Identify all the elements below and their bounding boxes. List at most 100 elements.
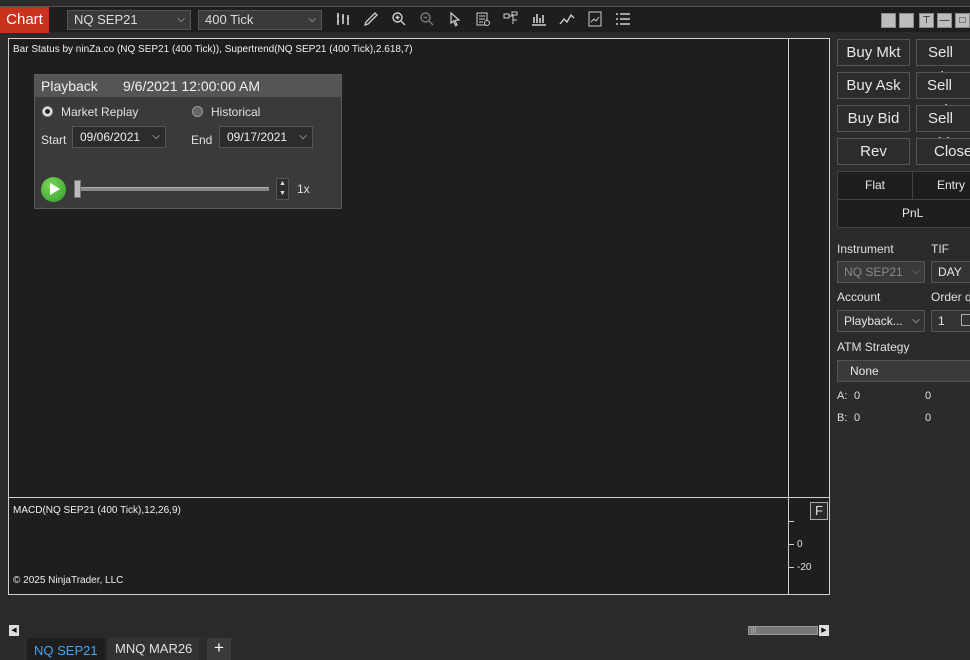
scroll-thumb[interactable]: ||| [748,626,818,635]
tif-label: TIF [931,242,949,256]
pnl-cell[interactable]: PnL [837,199,970,228]
a-value-2: 0 [925,390,932,402]
start-date-picker[interactable]: 09/06/2021 ⌵ [72,126,166,148]
b-value: 0 [854,412,861,424]
axis-tick [789,521,794,522]
playback-speed: 1x [297,182,310,196]
rev-button[interactable]: Rev [837,138,910,165]
zoom-out-icon[interactable] [418,11,436,29]
horizontal-scrollbar[interactable]: ◀ ||| ▶ [8,624,830,637]
chevron-down-icon: ⌵ [152,131,160,142]
data-series-icon[interactable] [558,11,576,29]
slider-handle[interactable] [74,180,81,198]
entry-price-cell: Entry [912,171,970,200]
order-instrument-select: NQ SEP21 ⌵ [837,261,925,283]
play-icon [50,183,60,195]
end-date-value: 09/17/2021 [227,130,288,144]
buy-mkt-button[interactable]: Buy Mkt [837,39,910,66]
sell-mkt-button[interactable]: Sell Mkt [916,39,970,86]
restore-layout-icon[interactable] [899,13,914,28]
chevron-down-icon: ⌵ [177,14,185,25]
zoom-in-icon[interactable] [390,11,408,29]
order-qty-input[interactable]: 1 [931,310,970,332]
maximize-icon[interactable]: □ [955,13,970,28]
playback-panel: Playback 9/6/2021 12:00:00 AM Market Rep… [34,74,342,209]
scroll-right-icon[interactable]: ▶ [819,625,829,636]
tab-nq-sep21[interactable]: NQ SEP21 [27,638,105,660]
minimize-icon[interactable]: — [937,13,952,28]
macd-label: MACD(NQ SEP21 (400 Tick),12,26,9) [13,505,181,516]
drawing-tool-icon[interactable] [362,11,380,29]
copyright-text: © 2025 NinjaTrader, LLC [13,575,124,586]
axis-tick [789,544,794,545]
atm-strategy-select[interactable]: None [837,360,970,382]
bar-style-icon[interactable] [334,11,352,29]
a-label: A: [837,390,848,402]
order-qty-label: Order qty [931,290,970,304]
historical-label[interactable]: Historical [211,105,260,119]
atm-strategy-value: None [850,364,879,378]
tif-select[interactable]: DAY [931,261,970,283]
add-tab-button[interactable]: + [207,638,231,660]
sell-ask-button[interactable]: Sell Ask [916,72,970,119]
axis-label-minus20: -20 [797,562,812,573]
instrument-selector[interactable]: NQ SEP21 ⌵ [67,10,191,30]
axis-tick [789,567,794,568]
close-button[interactable]: Close [916,138,970,165]
pointer-icon[interactable] [446,11,464,29]
end-label: End [191,133,213,147]
instrument-selector-value: NQ SEP21 [74,12,138,27]
calculator-icon[interactable] [961,314,970,326]
tif-value: DAY [938,265,962,279]
properties-icon[interactable] [474,11,492,29]
b-value-2: 0 [925,412,932,424]
start-date-value: 09/06/2021 [80,130,141,144]
axis-label-0: 0 [797,539,803,550]
start-label: Start [41,133,67,147]
chart-toolbar: Chart NQ SEP21 ⌵ 400 Tick ⌵ ⊤ — □ [0,6,970,33]
price-axis-divider [788,38,789,595]
f-button[interactable]: F [810,502,828,520]
market-replay-label[interactable]: Market Replay [61,105,138,119]
market-replay-radio[interactable] [42,106,53,117]
account-value: Playback... [844,314,903,328]
pin-icon[interactable]: ⊤ [919,13,934,28]
historical-radio[interactable] [192,106,203,117]
instrument-label: Instrument [837,242,894,256]
scroll-left-icon[interactable]: ◀ [9,625,19,636]
atm-strategy-label: ATM Strategy [837,340,910,354]
tab-mnq-mar26[interactable]: MNQ MAR26 [108,638,200,660]
play-button[interactable] [41,177,66,202]
templates-icon[interactable] [586,11,604,29]
chevron-down-icon: ⌵ [299,131,307,142]
strategies-icon[interactable] [502,11,520,29]
end-date-picker[interactable]: 09/17/2021 ⌵ [219,126,313,148]
indicators-icon[interactable] [530,11,548,29]
speed-spinner[interactable]: ▲ ▼ [276,178,289,200]
chart-title-tab[interactable]: Chart [0,7,49,33]
chevron-down-icon: ⌵ [912,315,920,326]
buy-bid-button[interactable]: Buy Bid [837,105,910,132]
playback-datetime: 9/6/2021 12:00:00 AM [123,78,260,94]
interval-selector-value: 400 Tick [205,12,254,27]
interval-selector[interactable]: 400 Tick ⌵ [198,10,322,30]
playback-header[interactable]: Playback 9/6/2021 12:00:00 AM [35,75,341,97]
buy-ask-button[interactable]: Buy Ask [837,72,910,99]
list-icon[interactable] [614,11,632,29]
indicator-label: Bar Status by ninZa.co (NQ SEP21 (400 Ti… [13,44,413,55]
a-value: 0 [854,390,861,402]
playback-title: Playback [41,78,98,94]
account-select[interactable]: Playback... ⌵ [837,310,925,332]
tile-window-icon[interactable] [881,13,896,28]
chevron-down-icon: ⌵ [912,266,920,277]
chart-tab-bar: NQ SEP21 MNQ MAR26 + [0,638,970,660]
flat-position-cell: Flat [837,171,913,200]
b-label: B: [837,412,848,424]
ninjatrader-chart-window: Chart NQ SEP21 ⌵ 400 Tick ⌵ ⊤ — □ Bar St… [0,0,970,660]
playback-progress-slider[interactable] [75,187,269,191]
sell-bid-button[interactable]: Sell Bid [916,105,970,152]
order-instrument-value: NQ SEP21 [844,265,903,279]
order-qty-value: 1 [938,314,945,328]
panel-divider[interactable] [8,497,830,498]
chevron-down-icon: ⌵ [308,14,316,25]
